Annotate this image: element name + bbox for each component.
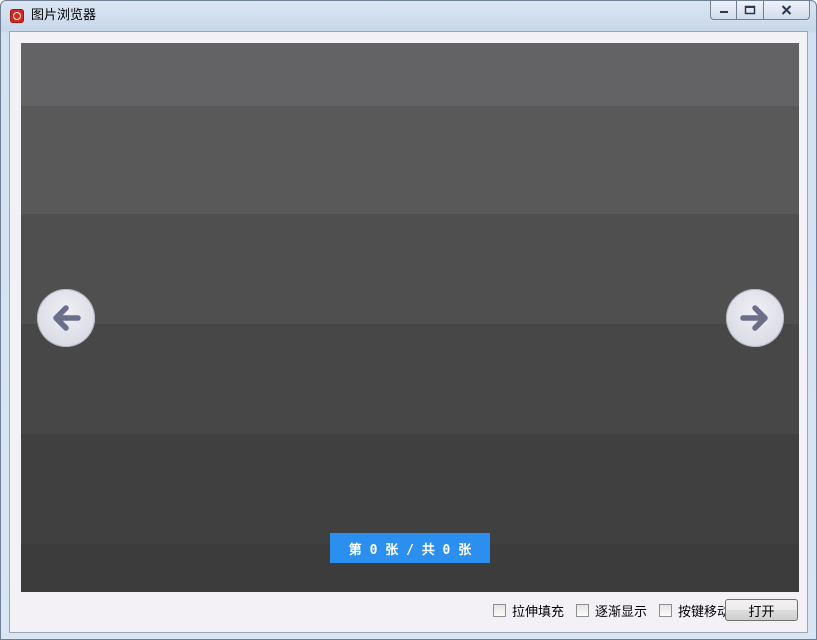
minimize-icon [719, 11, 728, 13]
next-image-button[interactable] [726, 289, 784, 347]
checkbox-box[interactable] [576, 603, 590, 617]
stretch-fill-checkbox[interactable]: 拉伸填充 [493, 601, 564, 620]
title-bar[interactable]: 图片浏览器 [1, 1, 816, 31]
app-window: 图片浏览器 第 0 张 / 共 0 张 拉伸填充 逐渐显示 按键移动 打开 [0, 0, 817, 640]
arrow-right-icon [740, 305, 768, 331]
window-controls [710, 1, 810, 21]
window-title: 图片浏览器 [31, 8, 97, 23]
options-bar: 拉伸填充 逐渐显示 按键移动 [493, 600, 742, 620]
close-button[interactable] [764, 1, 810, 20]
fade-in-checkbox[interactable]: 逐渐显示 [576, 601, 647, 620]
arrow-left-icon [53, 305, 81, 331]
key-move-checkbox[interactable]: 按键移动 [659, 601, 730, 620]
fade-in-label: 逐渐显示 [595, 604, 648, 620]
stretch-fill-label: 拉伸填充 [512, 604, 565, 620]
key-move-label: 按键移动 [678, 604, 731, 620]
minimize-button[interactable] [710, 1, 737, 20]
previous-image-button[interactable] [37, 289, 95, 347]
checkbox-box[interactable] [659, 603, 673, 617]
maximize-icon [744, 5, 756, 15]
client-area: 第 0 张 / 共 0 张 拉伸填充 逐渐显示 按键移动 打开 [9, 31, 808, 633]
close-icon [781, 5, 792, 15]
image-viewer[interactable]: 第 0 张 / 共 0 张 [21, 43, 799, 592]
image-counter: 第 0 张 / 共 0 张 [330, 533, 490, 563]
app-icon [10, 9, 24, 23]
maximize-button[interactable] [737, 1, 764, 20]
open-button[interactable]: 打开 [725, 599, 798, 621]
checkbox-box[interactable] [493, 603, 506, 617]
